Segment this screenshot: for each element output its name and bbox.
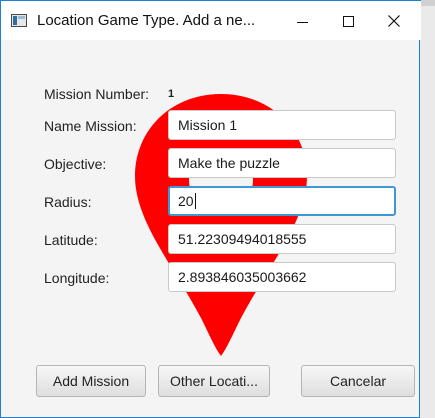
app-window-icon <box>11 14 27 27</box>
objective-label: Objective: <box>44 156 107 172</box>
objective-input[interactable]: Make the puzzle <box>168 148 396 178</box>
text-caret <box>194 193 196 209</box>
radius-input-text: 20 <box>178 193 194 209</box>
other-location-button[interactable]: Other Locati... <box>158 365 270 397</box>
latitude-input[interactable]: 51.22309494018555 <box>168 224 396 254</box>
minimize-button[interactable] <box>279 1 325 41</box>
minimize-icon <box>296 21 308 23</box>
close-button[interactable] <box>371 1 417 41</box>
longitude-label: Longitude: <box>44 270 110 286</box>
background-desktop <box>420 0 435 418</box>
longitude-input[interactable]: 2.893846035003662 <box>168 262 396 292</box>
name-mission-input[interactable]: Mission 1 <box>168 110 396 140</box>
name-mission-label: Name Mission: <box>44 118 137 134</box>
background-window-edge <box>420 0 435 6</box>
mission-number-value: 1 <box>168 88 175 100</box>
maximize-button[interactable] <box>325 1 371 41</box>
maximize-icon <box>342 15 354 27</box>
close-icon <box>388 15 400 27</box>
latitude-label: Latitude: <box>44 232 98 248</box>
radius-label: Radius: <box>44 194 92 210</box>
mission-number-label: Mission Number: <box>44 86 150 102</box>
title-bar[interactable]: Location Game Type. Add a ne... <box>1 0 421 40</box>
radius-input[interactable]: 20 <box>168 186 396 216</box>
dialog-window: Location Game Type. Add a ne... Mission … <box>0 0 421 418</box>
add-mission-button[interactable]: Add Mission <box>36 365 146 397</box>
window-title: Location Game Type. Add a ne... <box>37 12 256 29</box>
cancel-button[interactable]: Cancelar <box>301 365 415 397</box>
